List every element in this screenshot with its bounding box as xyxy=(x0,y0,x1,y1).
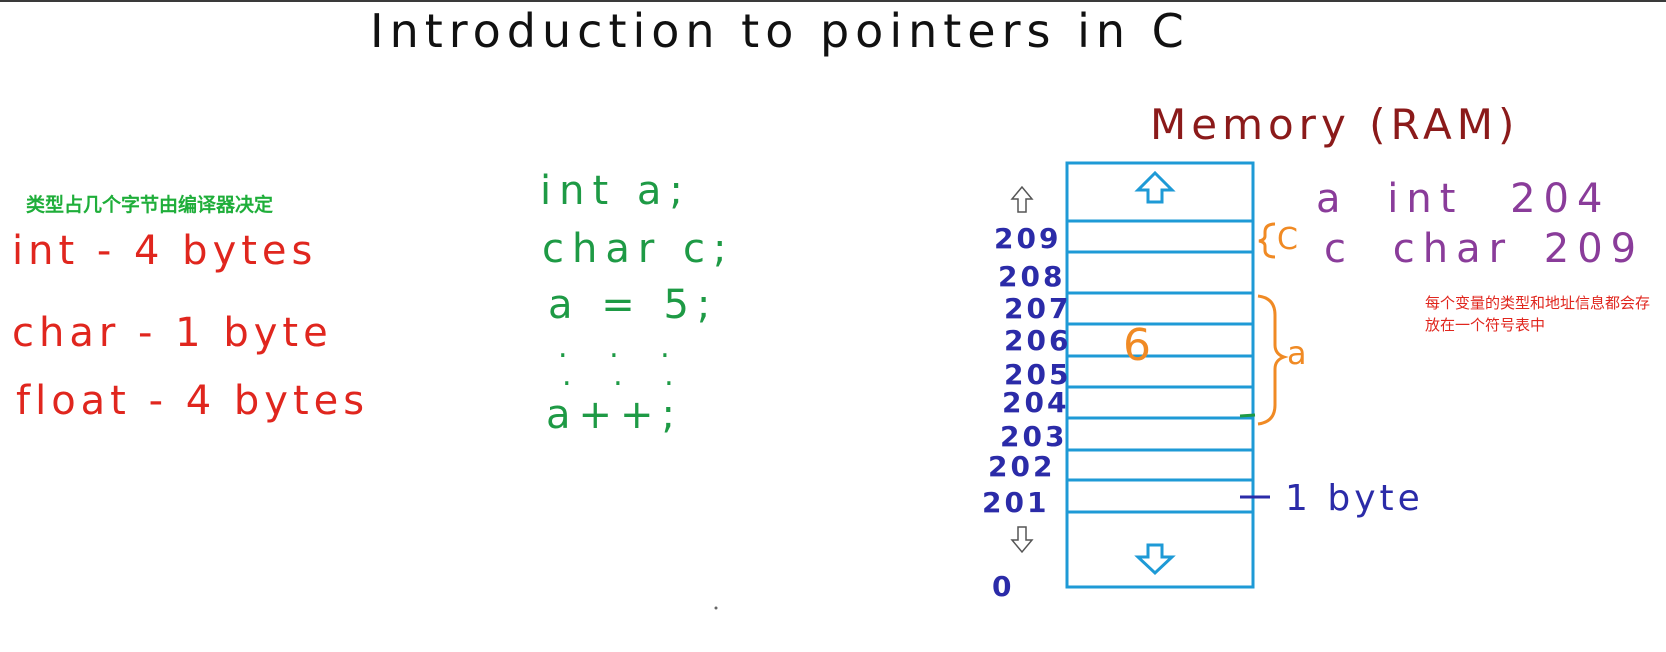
memory-cell-dividers xyxy=(1067,219,1253,514)
stray-dot xyxy=(714,606,718,610)
symbol-name: a xyxy=(1316,176,1349,222)
symbol-address: 204 xyxy=(1510,176,1611,222)
byte-size-label: 1 byte xyxy=(1285,478,1424,519)
memory-stored-value: 6 xyxy=(1123,320,1151,371)
symbol-type: int xyxy=(1387,176,1464,222)
brace-c xyxy=(1258,222,1276,259)
memory-column xyxy=(1065,161,1255,589)
symbol-row-c: c char 209 xyxy=(1324,226,1644,272)
address-label: 209 xyxy=(994,222,1062,255)
symbol-name: c xyxy=(1324,226,1354,272)
symbol-address: 209 xyxy=(1543,226,1645,272)
brace-a-label: a xyxy=(1287,334,1307,372)
address-label: 203 xyxy=(1000,420,1068,453)
brace-a xyxy=(1257,294,1289,426)
address-label: 204 xyxy=(1002,386,1070,419)
address-increase-arrow-icon xyxy=(1010,185,1034,213)
memory-diagram xyxy=(714,161,1289,610)
address-decrease-arrow-icon xyxy=(1010,526,1034,554)
symbol-table-note: 每个变量的类型和地址信息都会存放在一个符号表中 xyxy=(1425,294,1651,334)
address-label: 208 xyxy=(998,260,1066,293)
arrow-down-icon xyxy=(1134,543,1176,576)
symbol-row-a: a int 204 xyxy=(1316,176,1610,222)
arrow-up-icon xyxy=(1134,170,1176,204)
address-label: 0 xyxy=(992,570,1015,603)
address-label: 201 xyxy=(982,486,1050,519)
symbol-type: char xyxy=(1392,226,1514,272)
brace-c-label: C xyxy=(1277,222,1298,257)
cell-204-mark xyxy=(1239,413,1256,418)
address-label: 202 xyxy=(988,450,1056,483)
address-label: 206 xyxy=(1004,324,1072,357)
address-label: 207 xyxy=(1004,292,1072,325)
